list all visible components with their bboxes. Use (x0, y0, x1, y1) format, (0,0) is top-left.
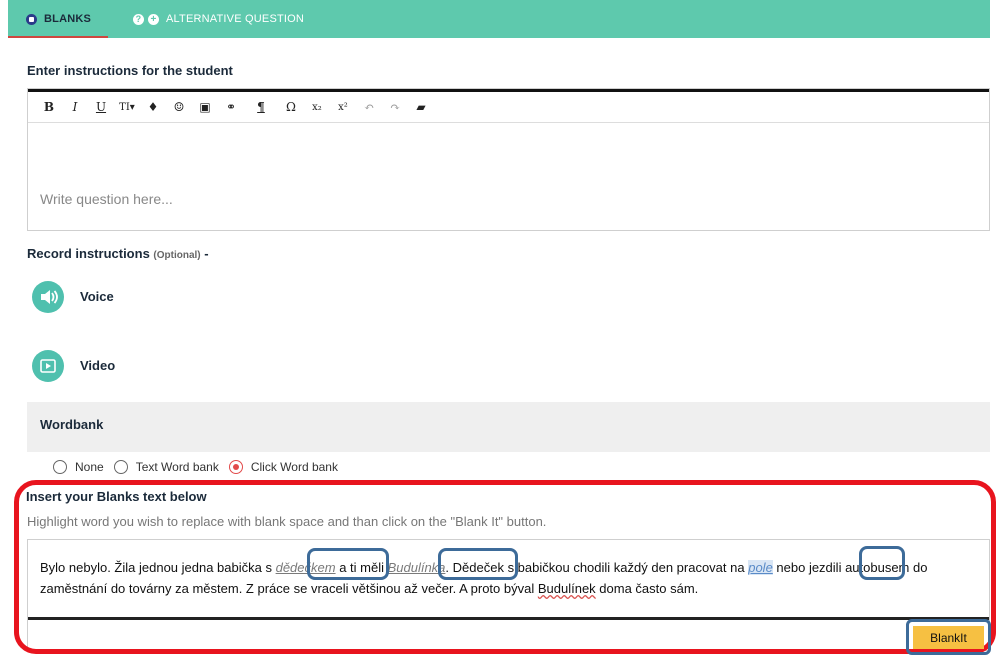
radio-click-word-bank[interactable] (228, 460, 243, 474)
voice-label[interactable]: Voice (80, 289, 114, 304)
blanks-section-highlight (14, 480, 996, 654)
radio-none[interactable] (53, 460, 67, 474)
blankit-button[interactable]: BlankIt (913, 626, 984, 649)
italic-button[interactable]: I (62, 96, 88, 118)
paragraph-icon[interactable]: ¶ (248, 96, 274, 118)
superscript-icon[interactable]: x² (330, 96, 356, 118)
voice-record-button[interactable] (32, 281, 64, 313)
eraser-icon[interactable]: ▰ (408, 96, 434, 118)
link-icon[interactable]: ⚭ (218, 96, 244, 118)
wordbank-header: Wordbank (27, 402, 990, 452)
image-icon[interactable]: ▣ (192, 96, 218, 118)
emoji-icon[interactable]: ☺ (166, 96, 192, 118)
active-tab-indicator (8, 36, 108, 38)
tab-blanks-label: BLANKS (44, 13, 92, 25)
undo-icon[interactable]: ↶ (356, 96, 382, 118)
omega-icon[interactable]: Ω (278, 96, 304, 118)
underline-button[interactable]: U (88, 96, 114, 118)
radio-text-word-bank[interactable] (113, 460, 128, 474)
radio-none-label[interactable]: None (75, 460, 104, 474)
video-play-icon (40, 359, 56, 373)
add-icon: + (148, 13, 159, 25)
record-optional: (Optional) (153, 250, 201, 261)
tab-alternative-label: ALTERNATIVE QUESTION (166, 13, 305, 25)
radio-click-word-bank-label[interactable]: Click Word bank (251, 460, 338, 474)
instructions-editor[interactable]: B I U TI▾ ♦ ☺ ▣ ⚭ ¶ Ω x₂ x² ↶ ↷ ▰ Write … (27, 88, 990, 231)
instructions-title: Enter instructions for the student (27, 63, 233, 78)
bold-button[interactable]: B (36, 96, 62, 118)
editor-toolbar: B I U TI▾ ♦ ☺ ▣ ⚭ ¶ Ω x₂ x² ↶ ↷ ▰ (28, 92, 989, 123)
wordbank-options: None Text Word bank Click Word bank (53, 460, 348, 474)
tab-bar: BLANKS ? + ALTERNATIVE QUESTION (8, 0, 990, 38)
record-instructions-title: Record instructions (Optional) - (27, 246, 209, 261)
subscript-icon[interactable]: x₂ (304, 96, 330, 118)
text-size-dropdown[interactable]: TI▾ (114, 96, 140, 118)
help-icon[interactable]: ? (133, 13, 144, 25)
radio-text-word-bank-label[interactable]: Text Word bank (136, 460, 219, 474)
wordbank-title: Wordbank (40, 417, 104, 432)
redo-icon[interactable]: ↷ (382, 96, 408, 118)
video-record-button[interactable] (32, 350, 64, 382)
question-placeholder: Write question here... (40, 191, 173, 207)
tab-blanks[interactable]: BLANKS (26, 9, 91, 29)
record-dash: - (204, 246, 209, 261)
record-title-text: Record instructions (27, 246, 150, 261)
color-drop-icon[interactable]: ♦ (140, 96, 166, 118)
blanks-tab-icon (26, 13, 37, 25)
speaker-icon (41, 290, 58, 304)
tab-alternative-question[interactable]: ? + ALTERNATIVE QUESTION (133, 9, 304, 29)
video-label[interactable]: Video (80, 358, 115, 373)
